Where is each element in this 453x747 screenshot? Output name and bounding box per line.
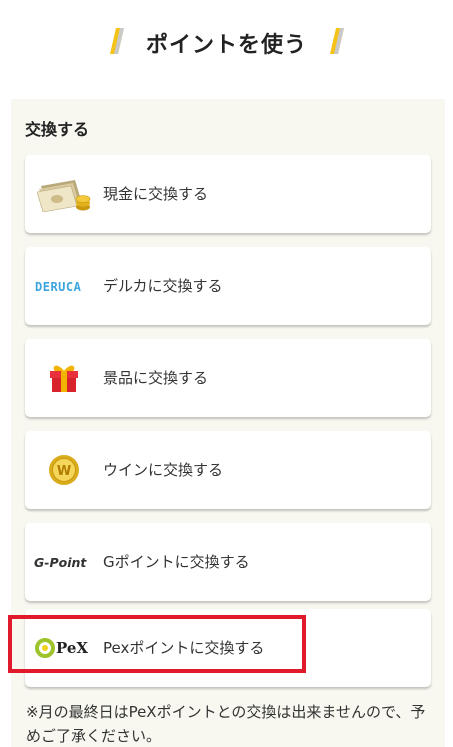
title-slash-right-icon: [330, 28, 344, 54]
gpoint-logo: G-Point: [33, 542, 95, 582]
deruca-logo-text: DERUCA: [35, 280, 82, 294]
exchange-cash-label: 現金に交換する: [103, 185, 209, 203]
gpoint-logo-text: G-Point: [34, 555, 87, 570]
exchange-deruca-button[interactable]: DERUCA デルカに交換する: [25, 247, 431, 325]
pex-logo: PeX: [33, 628, 95, 668]
pex-logo-text: PeX: [56, 639, 88, 657]
exchange-panel: 交換する 現金に交換する DERUCA デルカに交換する 景品に交換する W ウ…: [11, 99, 445, 747]
deruca-logo: DERUCA: [33, 266, 95, 306]
exchange-cash-button[interactable]: 現金に交換する: [25, 155, 431, 233]
cash-icon: [33, 174, 95, 214]
section-title: 交換する: [25, 120, 90, 139]
exchange-gift-label: 景品に交換する: [103, 369, 209, 387]
exchange-gpoint-label: Gポイントに交換する: [103, 553, 250, 571]
exchange-deruca-label: デルカに交換する: [103, 277, 223, 295]
notice-text: ※月の最終日はPeXポイントとの交換は出来ませんので、予めご了承ください。: [26, 703, 426, 745]
exchange-win-button[interactable]: W ウインに交換する: [25, 431, 431, 509]
exchange-win-label: ウインに交換する: [103, 461, 224, 479]
exchange-gpoint-button[interactable]: G-Point Gポイントに交換する: [25, 523, 431, 601]
page-title: ポイントを使う: [145, 33, 307, 58]
exchange-pex-button[interactable]: PeX Pexポイントに交換する: [25, 609, 431, 687]
page-header: ポイントを使う: [0, 0, 453, 88]
exchange-pex-label: Pexポイントに交換する: [103, 639, 265, 657]
exchange-gift-button[interactable]: 景品に交換する: [25, 339, 431, 417]
win-coin-icon: W: [33, 450, 95, 490]
win-coin-letter: W: [57, 464, 71, 479]
gift-icon: [33, 358, 95, 398]
